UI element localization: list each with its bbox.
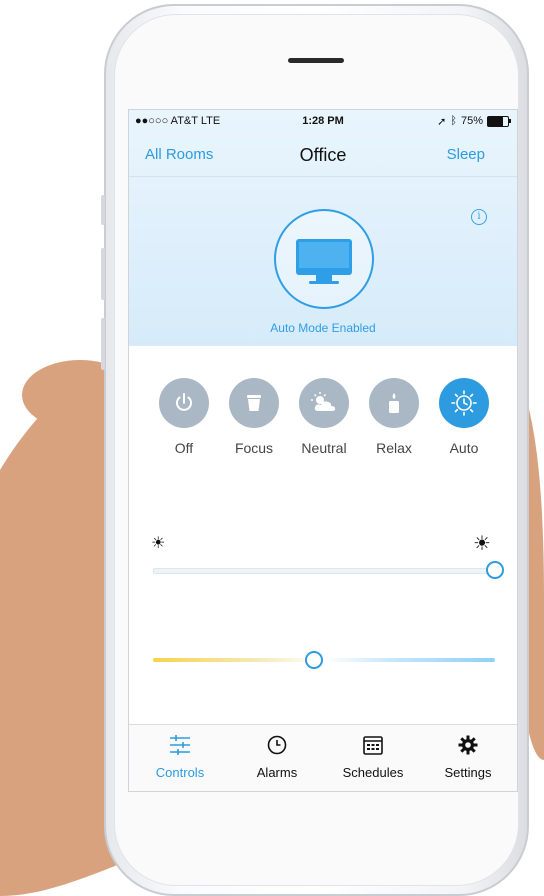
mute-switch: [101, 195, 105, 225]
gear-icon: [429, 733, 507, 757]
brightness-track[interactable]: [153, 568, 495, 574]
sun-clock-icon: [439, 378, 489, 428]
tab-alarms[interactable]: Alarms: [238, 733, 316, 780]
clock-icon: [238, 733, 316, 757]
cup-icon: [229, 378, 279, 428]
color-temperature-thumb[interactable]: [304, 651, 323, 669]
mode-label: Relax: [376, 440, 412, 456]
info-icon[interactable]: i: [471, 209, 487, 225]
power-icon: [159, 378, 209, 428]
volume-down-button: [101, 318, 105, 370]
navigation-bar: All Rooms Office Sleep: [129, 132, 517, 176]
mode-status-label: Auto Mode Enabled: [270, 321, 376, 335]
tab-label: Alarms: [256, 765, 298, 780]
mode-label: Off: [174, 440, 194, 456]
earpiece-speaker: [288, 58, 344, 63]
brightness-thumb[interactable]: [486, 561, 504, 579]
sleep-button[interactable]: Sleep: [447, 146, 485, 163]
slider-panel: ☀ ☀: [129, 496, 517, 726]
partly-cloudy-icon: [299, 378, 349, 428]
tab-controls[interactable]: Controls: [141, 733, 219, 780]
candle-icon: [369, 378, 419, 428]
tab-label: Controls: [155, 765, 205, 780]
tab-label: Schedules: [342, 765, 404, 780]
brightness-high-icon: ☀: [473, 533, 491, 555]
tab-label: Settings: [444, 765, 492, 780]
mode-auto[interactable]: Auto: [437, 378, 491, 456]
mode-neutral[interactable]: Neutral: [297, 378, 351, 456]
battery-icon: [487, 115, 511, 127]
mode-relax[interactable]: Relax: [367, 378, 421, 456]
tab-bar: Controls Alarms Schedules Settings: [129, 724, 517, 791]
volume-up-button: [101, 248, 105, 300]
battery-percent: 75%: [460, 115, 483, 127]
status-right: ➚ ᛒ 75%: [437, 115, 511, 128]
mode-label: Neutral: [301, 440, 347, 456]
location-arrow-icon: ➚: [437, 115, 447, 128]
mode-off[interactable]: Off: [157, 378, 211, 456]
mode-focus[interactable]: Focus: [227, 378, 281, 456]
app-screen: ●●○○○ AT&T LTE 1:28 PM ➚ ᛒ 75% All Rooms…: [128, 109, 518, 792]
mode-selector: Off Focus Neutral Relax Auto: [129, 346, 517, 496]
mode-label: Auto: [449, 440, 479, 456]
mode-label: Focus: [234, 440, 274, 456]
status-bar: ●●○○○ AT&T LTE 1:28 PM ➚ ᛒ 75%: [129, 110, 517, 132]
tab-settings[interactable]: Settings: [429, 733, 507, 780]
tab-schedules[interactable]: Schedules: [334, 733, 412, 780]
brightness-low-icon: ☀: [151, 535, 166, 552]
calendar-icon: [334, 733, 412, 757]
bluetooth-icon: ᛒ: [450, 115, 457, 127]
auto-mode-indicator[interactable]: [274, 209, 374, 309]
nav-divider: [129, 176, 517, 177]
monitor-icon: [296, 239, 352, 284]
sliders-icon: [141, 733, 219, 757]
color-temperature-track[interactable]: [153, 658, 495, 662]
